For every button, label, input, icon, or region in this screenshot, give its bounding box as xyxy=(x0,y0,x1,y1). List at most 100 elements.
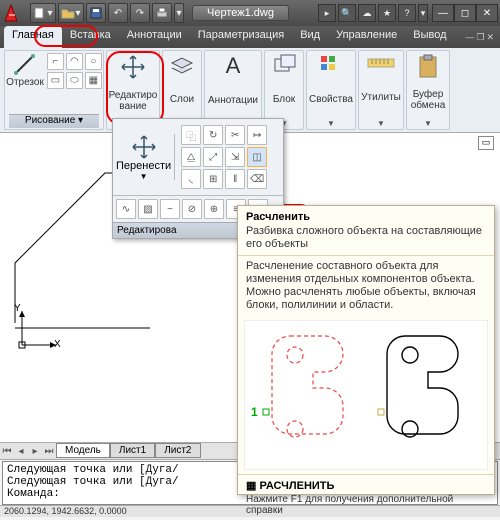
polyline-icon[interactable]: ⌐ xyxy=(47,53,64,70)
ucs-icon: X Y xyxy=(14,303,64,353)
title-bar: ▾ ▾ ↶ ↷ ▾ Чертеж1.dwg ▸ 🔍 ☁ ★ ? ▾ — ◻ ✕ xyxy=(0,0,500,26)
tab-insert[interactable]: Вставка xyxy=(62,26,119,48)
move-icon xyxy=(119,53,147,81)
block-icon xyxy=(271,53,297,77)
maximize-button[interactable]: ◻ xyxy=(454,4,476,22)
arc-icon[interactable]: ◠ xyxy=(66,53,83,70)
circle-icon[interactable]: ○ xyxy=(85,53,102,70)
coordinates: 2060.1294, 1942.6632, 0.0000 xyxy=(4,506,127,516)
stretch-icon[interactable]: ⇲ xyxy=(225,147,245,167)
mirror-icon[interactable]: ⧋ xyxy=(181,147,201,167)
panel-draw-title[interactable]: Рисование ▾ xyxy=(9,114,99,128)
close-button[interactable]: ✕ xyxy=(476,4,498,22)
tooltip-subtitle: Разбивка сложного объекта на составляющи… xyxy=(238,223,494,255)
copy-icon[interactable]: ⿻ xyxy=(181,125,201,145)
title-search-area: ▸ 🔍 ☁ ★ ? ▾ xyxy=(318,4,428,22)
trim-icon[interactable]: ✂ xyxy=(225,125,245,145)
doc-minimize-button[interactable]: — xyxy=(465,32,474,42)
layers-label: Слои xyxy=(170,94,194,105)
doc-close-button[interactable]: ✕ xyxy=(486,32,494,43)
offset-icon[interactable]: ‖ xyxy=(225,169,245,189)
ribbon-tabs: Главная Вставка Аннотации Параметризация… xyxy=(0,26,500,48)
text-icon: A xyxy=(226,53,241,79)
properties-icon xyxy=(318,53,344,77)
minimize-button[interactable]: — xyxy=(432,4,454,22)
panel-draw: Отрезок ⌐ ◠ ○ ▭ ⬭ ▦ Рисование ▾ xyxy=(4,50,104,130)
axis-y-label: Y xyxy=(14,303,21,314)
tab-annotate[interactable]: Аннотации xyxy=(119,26,190,48)
tab-nav-first[interactable]: ⏮ xyxy=(0,446,14,457)
move-flyout-icon[interactable] xyxy=(131,134,157,160)
tab-manage[interactable]: Управление xyxy=(328,26,405,48)
qat-save-button[interactable] xyxy=(86,3,106,23)
erase-icon[interactable]: ⌫ xyxy=(247,169,267,189)
clipboard-icon xyxy=(416,53,440,79)
scale-icon[interactable]: ⤢ xyxy=(203,147,223,167)
quick-access-toolbar: ▾ ▾ ↶ ↷ ▾ xyxy=(30,3,184,23)
tooltip: Расчленить Разбивка сложного объекта на … xyxy=(237,205,495,495)
tab-sheet1[interactable]: Лист1 xyxy=(110,443,155,458)
infocenter-search-icon[interactable]: 🔍 xyxy=(338,4,356,22)
window-controls: — ◻ ✕ xyxy=(432,4,498,22)
viewport-control-button[interactable]: ▭ xyxy=(478,136,494,150)
tab-home[interactable]: Главная xyxy=(4,26,62,48)
qat-dropdown[interactable]: ▾ xyxy=(174,3,184,23)
panel-properties[interactable]: Свойства ▼ xyxy=(306,50,356,130)
tab-nav-last[interactable]: ⏭ xyxy=(42,446,56,457)
edit-spline-icon[interactable]: ~ xyxy=(160,199,180,219)
annotations-label: Аннотации xyxy=(208,95,258,106)
tab-nav-next[interactable]: ▸ xyxy=(28,446,42,457)
explode-icon[interactable]: ◫ xyxy=(247,147,267,167)
document-title: Чертеж1.dwg xyxy=(192,5,289,21)
tab-sheet2[interactable]: Лист2 xyxy=(155,443,200,458)
tooltip-title: Расчленить xyxy=(238,206,494,223)
move-flyout-label: Перенести xyxy=(116,160,171,172)
tooltip-illustration: 1 xyxy=(244,320,488,470)
search-field-icon[interactable]: ▸ xyxy=(318,4,336,22)
hatch-icon[interactable]: ▦ xyxy=(85,72,102,89)
doc-restore-button[interactable]: ❐ xyxy=(476,32,484,43)
utilities-label: Утилиты xyxy=(361,92,401,103)
tab-nav-prev[interactable]: ◂ xyxy=(14,446,28,457)
properties-label: Свойства xyxy=(309,94,353,105)
fillet-icon[interactable]: ◟ xyxy=(181,169,201,189)
tab-view[interactable]: Вид xyxy=(292,26,328,48)
qat-undo-button[interactable]: ↶ xyxy=(108,3,128,23)
block-label: Блок xyxy=(273,94,295,105)
favorites-icon[interactable]: ★ xyxy=(378,4,396,22)
app-menu-button[interactable] xyxy=(2,2,26,24)
axis-x-label: X xyxy=(54,339,61,350)
tooltip-help: Нажмите F1 для получения дополнительной … xyxy=(246,494,486,516)
infocenter-dropdown[interactable]: ▾ xyxy=(418,4,428,22)
qat-redo-button[interactable]: ↷ xyxy=(130,3,150,23)
tab-output[interactable]: Вывод xyxy=(405,26,454,48)
break-icon[interactable]: ⊘ xyxy=(182,199,202,219)
tab-model[interactable]: Модель xyxy=(56,443,110,458)
array-icon[interactable]: ⊞ xyxy=(203,169,223,189)
edit-hatch-icon[interactable]: ▨ xyxy=(138,199,158,219)
qat-open-button[interactable]: ▾ xyxy=(58,3,84,23)
tooltip-footer: ▦ РАСЧЛЕНИТЬ Нажмите F1 для получения до… xyxy=(238,474,494,520)
rotate-icon[interactable]: ↻ xyxy=(203,125,223,145)
layers-icon xyxy=(169,53,195,77)
join-icon[interactable]: ⊕ xyxy=(204,199,224,219)
line-label: Отрезок xyxy=(6,77,44,88)
qat-new-button[interactable]: ▾ xyxy=(30,3,56,23)
edit-pline-icon[interactable]: ∿ xyxy=(116,199,136,219)
panel-utilities[interactable]: Утилиты ▼ xyxy=(358,50,404,130)
extend-icon[interactable]: ↦ xyxy=(247,125,267,145)
qat-print-button[interactable] xyxy=(152,3,172,23)
ellipse-icon[interactable]: ⬭ xyxy=(66,72,83,89)
help-icon[interactable]: ? xyxy=(398,4,416,22)
tooltip-cmd: РАСЧЛЕНИТЬ xyxy=(259,480,334,492)
subscription-icon[interactable]: ☁ xyxy=(358,4,376,22)
measure-icon xyxy=(366,53,396,73)
panel-clipboard[interactable]: Буфер обмена ▼ xyxy=(406,50,450,130)
rectangle-icon[interactable]: ▭ xyxy=(47,72,64,89)
tab-parametric[interactable]: Параметризация xyxy=(190,26,292,48)
tooltip-cmd-icon: ▦ xyxy=(246,480,259,492)
modify-label: Редактиро вание xyxy=(109,90,158,112)
line-icon[interactable] xyxy=(13,53,37,77)
clipboard-label: Буфер обмена xyxy=(411,89,446,111)
tooltip-marker: 1 xyxy=(251,405,258,419)
